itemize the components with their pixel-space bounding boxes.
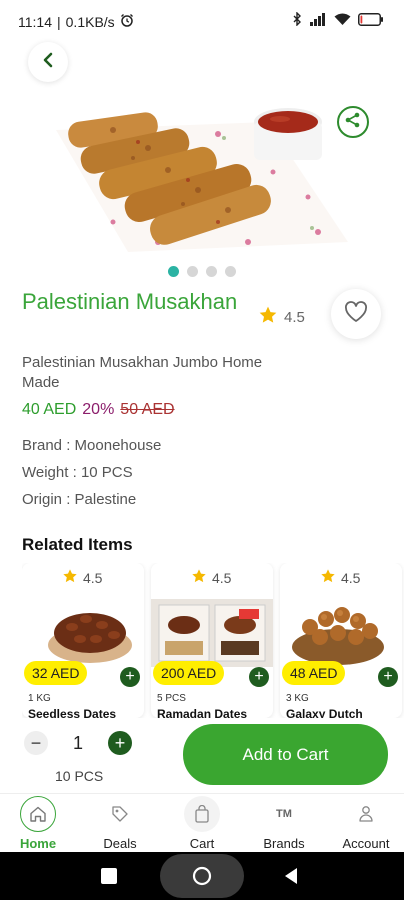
product-title: Palestinian Musakhan: [22, 289, 238, 314]
product-image-carousel[interactable]: [18, 92, 384, 262]
product-rating: 4.5: [258, 305, 305, 329]
card-rating: 4.5: [62, 568, 102, 587]
system-nav-bar: [0, 852, 404, 900]
status-separator: |: [57, 13, 61, 30]
card-price-badge: 48 AED: [282, 661, 346, 685]
nav-home[interactable]: Home: [0, 796, 78, 851]
star-icon: [320, 568, 336, 587]
card-add-button[interactable]: +: [249, 667, 269, 687]
card-rating-value: 4.5: [212, 569, 232, 586]
status-right: [292, 11, 384, 31]
related-items-title: Related Items: [22, 535, 133, 554]
star-icon: [191, 568, 207, 587]
carousel-dot[interactable]: [225, 266, 236, 277]
card-unit: 5 PCS: [157, 693, 186, 704]
share-icon: [344, 111, 362, 134]
detail-value: 10 PCS: [80, 464, 133, 481]
card-add-button[interactable]: +: [378, 667, 398, 687]
card-image: [151, 595, 273, 667]
card-image: [22, 595, 144, 667]
recents-button[interactable]: [101, 868, 117, 884]
card-rating-value: 4.5: [341, 569, 361, 586]
product-description: Palestinian Musakhan Jumbo Home Made: [22, 354, 263, 391]
favorite-button[interactable]: [331, 289, 381, 339]
card-rating: 4.5: [320, 568, 360, 587]
carousel-dot[interactable]: [206, 266, 217, 277]
quantity-plus-button[interactable]: +: [108, 731, 132, 755]
detail-label: Weight: [22, 464, 69, 481]
card-rating-value: 4.5: [83, 569, 103, 586]
related-item-card[interactable]: 4.5 48 AED + 3 KG Galaxy Dutch: [280, 563, 402, 718]
rating-value: 4.5: [284, 308, 305, 326]
quantity-stepper: − 1 +: [24, 731, 132, 755]
share-button[interactable]: [337, 106, 369, 138]
card-unit: 1 KG: [28, 693, 51, 704]
star-icon: [258, 305, 278, 329]
card-add-button[interactable]: +: [120, 667, 140, 687]
card-name: Ramadan Dates: [157, 707, 248, 718]
nav-label: Deals: [103, 836, 137, 851]
card-name: Seedless Dates: [28, 707, 117, 718]
detail-value: Palestine: [74, 491, 137, 508]
detail-label: Brand: [22, 437, 63, 454]
signal-icon: [309, 12, 327, 31]
detail-weight: Weight : 10 PCS: [22, 464, 133, 481]
detail-value: Moonehouse: [74, 437, 162, 454]
tm-icon: TM: [276, 808, 292, 820]
nav-account[interactable]: Account: [326, 796, 404, 851]
wifi-icon: [334, 13, 351, 31]
back-button[interactable]: [28, 42, 68, 82]
related-item-card[interactable]: 4.5 32 AED + 1 KG Seedless Dates: [22, 563, 144, 718]
related-item-card[interactable]: 4.5 200 AED + 5 PCS Ramadan Dates: [151, 563, 273, 718]
nav-cart[interactable]: Cart: [162, 796, 242, 851]
carousel-dot[interactable]: [187, 266, 198, 277]
card-price-badge: 200 AED: [153, 661, 225, 685]
nav-label: Account: [342, 836, 390, 851]
carousel-indicator: [168, 266, 236, 277]
star-icon: [62, 568, 78, 587]
detail-brand: Brand : Moonehouse: [22, 437, 162, 454]
add-to-cart-button[interactable]: Add to Cart: [183, 724, 388, 785]
status-left: 11:14 | 0.1KB/s: [18, 13, 134, 30]
bottom-nav: Home Deals Cart TM Brands Account: [0, 793, 404, 851]
bag-icon: [184, 796, 220, 832]
tag-icon: [102, 796, 138, 832]
carousel-dot[interactable]: [168, 266, 179, 277]
nav-brands[interactable]: TM Brands: [244, 796, 324, 851]
user-icon: [348, 796, 384, 832]
price-row: 40 AED 20% 50 AED: [22, 401, 175, 419]
detail-label: Origin: [22, 491, 63, 508]
card-unit: 3 KG: [286, 693, 309, 704]
nav-label: Home: [19, 836, 57, 851]
old-price: 50 AED: [120, 401, 175, 418]
card-rating: 4.5: [191, 568, 231, 587]
home-icon: [20, 796, 56, 832]
detail-origin: Origin : Palestine: [22, 491, 137, 508]
back-system-button[interactable]: [283, 867, 299, 890]
product-image: [18, 92, 384, 262]
bluetooth-icon: [292, 11, 302, 31]
status-bar: 11:14 | 0.1KB/s: [0, 0, 404, 42]
discount-percent: 20%: [82, 401, 115, 418]
home-system-button[interactable]: [160, 854, 244, 898]
nav-label: Cart: [189, 836, 215, 851]
nav-deals[interactable]: Deals: [80, 796, 160, 851]
heart-icon: [344, 300, 368, 328]
alarm-icon: [120, 13, 134, 30]
chevron-left-icon: [42, 52, 54, 73]
quantity-unit: 10 PCS: [55, 768, 104, 784]
card-name: Galaxy Dutch: [286, 707, 363, 718]
card-image: [280, 595, 402, 667]
related-items-list[interactable]: 4.5 32 AED + 1 KG Seedless Dates 4.5 200…: [22, 563, 404, 718]
status-network-speed: 0.1KB/s: [65, 13, 115, 30]
card-price-badge: 32 AED: [24, 661, 88, 685]
nav-label: Brands: [263, 836, 305, 851]
quantity-value: 1: [72, 732, 83, 753]
quantity-minus-button[interactable]: −: [24, 731, 48, 755]
battery-icon: [358, 12, 384, 31]
status-time: 11:14: [18, 13, 52, 30]
current-price: 40 AED: [22, 401, 77, 418]
